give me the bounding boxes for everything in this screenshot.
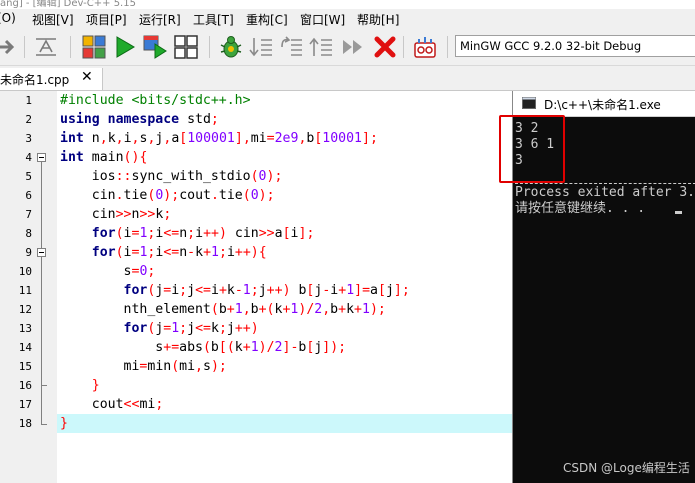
line-number: 4 [25,151,32,164]
console-divider [515,183,695,184]
toolbar-separator [24,36,25,58]
fold-toggle-main[interactable] [37,153,46,162]
code-line[interactable]: s=0; [60,262,156,281]
menu-view[interactable]: 视图[V] [32,11,74,28]
fold-guide [41,162,42,252]
compile-icon[interactable] [82,35,106,59]
continue-icon[interactable] [341,35,365,59]
toolbar-separator [447,36,448,58]
line-number: 1 [25,94,32,107]
compile-run-icon[interactable] [143,35,167,59]
toolbar: MinGW GCC 9.2.0 32-bit Debug [0,29,695,66]
window-title: ang] - [编辑] Dev-C++ 5.15 [0,0,695,9]
fold-guide [41,386,42,424]
tab-label: 未命名1.cpp [0,73,70,87]
line-number: 5 [25,170,32,183]
line-number: 14 [18,341,32,354]
menu-window[interactable]: 窗口[W] [300,11,345,28]
step-icon[interactable] [249,35,273,59]
profile-icon[interactable] [413,35,437,59]
line-number: 17 [18,398,32,411]
console-exit-message: Process exited after 3. [515,185,695,200]
fold-end-marker [41,424,47,425]
line-number: 8 [25,227,32,240]
line-number: 13 [18,322,32,335]
toolbar-separator [403,36,404,58]
line-number: 6 [25,189,32,202]
menu-options[interactable]: (O) [0,11,16,25]
code-line[interactable]: int main(){ [60,148,147,167]
line-number: 3 [25,132,32,145]
code-line[interactable]: nth_element(b+1,b+(k+1)/2,b+k+1); [60,300,386,319]
line-number: 10 [18,265,32,278]
fold-toggle-for[interactable] [37,248,46,257]
code-line[interactable]: using namespace std; [60,110,219,129]
window-title-text: ang] - [编辑] Dev-C++ 5.15 [0,0,136,9]
code-line[interactable]: } [60,414,68,433]
menu-bar: (O) 视图[V] 项目[P] 运行[R] 工具[T] 重构[C] 窗口[W] … [0,9,695,29]
code-line[interactable]: cin.tie(0);cout.tie(0); [60,186,275,205]
menu-refactor[interactable]: 重构[C] [246,11,288,28]
line-number: 12 [18,303,32,316]
output-highlight-box [499,115,565,183]
code-line[interactable]: for(i=1;i<=n-k+1;i++){ [60,243,267,262]
toolbar-separator [70,36,71,58]
toolbar-separator [209,36,210,58]
code-line[interactable]: for(i=1;i<=n;i++) cin>>a[i]; [60,224,315,243]
terminal-icon [522,97,536,109]
code-line[interactable]: ios::sync_with_stdio(0); [60,167,283,186]
console-cursor [675,211,682,214]
stop-icon[interactable] [373,35,397,59]
line-number: 16 [18,379,32,392]
line-number: 18 [18,417,32,430]
code-line[interactable]: int n,k,i,s,j,a[100001],mi=2e9,b[10001]; [60,129,378,148]
console-prompt: 请按任意键继续. . . [515,201,646,216]
code-line[interactable]: s+=abs(b[(k+1)/2]-b[j]); [60,338,346,357]
menu-tools[interactable]: 工具[T] [193,11,234,28]
line-number: 2 [25,113,32,126]
line-number: 9 [25,246,32,259]
step-over-icon[interactable] [279,35,303,59]
line-number: 7 [25,208,32,221]
console-title-bar[interactable]: D:\c++\未命名1.exe [513,91,695,117]
code-line[interactable]: cout<<mi; [60,395,164,414]
menu-run[interactable]: 运行[R] [139,11,181,28]
tab-bar: 未命名1.cpp ✕ [0,66,695,91]
run-icon[interactable] [113,35,137,59]
step-out-icon[interactable] [309,35,333,59]
code-line[interactable]: for(j=1;j<=k;j++) [60,319,259,338]
rebuild-icon[interactable] [174,35,198,59]
line-number: 15 [18,360,32,373]
menu-help[interactable]: 帮助[H] [357,11,399,28]
tab-untitled1-cpp[interactable]: 未命名1.cpp ✕ [0,68,103,90]
code-line[interactable]: mi=min(mi,s); [60,357,227,376]
code-line[interactable]: cin>>n>>k; [60,205,172,224]
code-line[interactable]: } [60,376,100,395]
console-title: D:\c++\未命名1.exe [544,98,661,112]
indent-icon[interactable] [0,35,20,59]
fold-guide [41,257,42,385]
watermark: CSDN @Loge编程生活 [563,461,690,475]
compiler-select[interactable]: MinGW GCC 9.2.0 32-bit Debug [455,35,695,57]
debug-icon[interactable] [219,35,243,59]
tab-close-icon[interactable]: ✕ [81,69,93,85]
comment-icon[interactable] [34,35,58,59]
code-line[interactable]: for(j=i;j<=i+k-1;j++) b[j-i+1]=a[j]; [60,281,410,300]
line-number: 11 [18,284,32,297]
menu-project[interactable]: 项目[P] [86,11,127,28]
code-line[interactable]: #include <bits/stdc++.h> [60,91,251,110]
